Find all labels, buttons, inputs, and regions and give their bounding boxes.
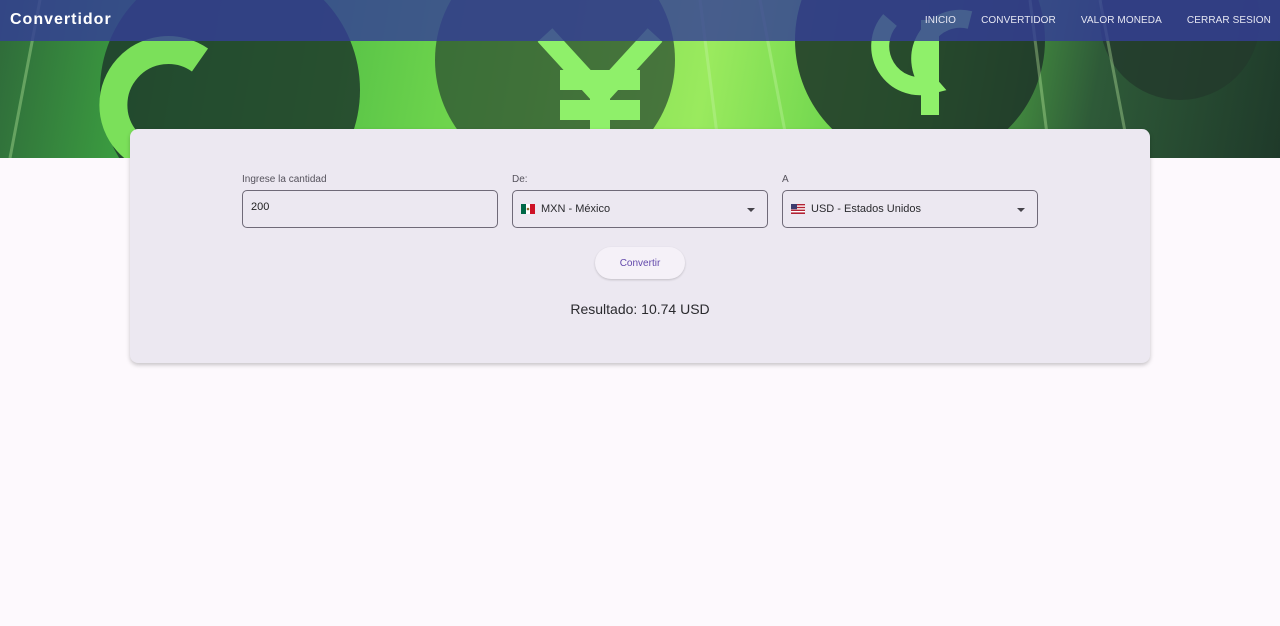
mexico-flag-icon xyxy=(521,204,535,214)
usa-flag-icon xyxy=(791,204,805,214)
app-title: Convertidor xyxy=(10,11,112,28)
convert-button[interactable]: Convertir xyxy=(595,247,685,279)
amount-box xyxy=(242,190,498,228)
main-nav: INICIO CONVERTIDOR VALOR MONEDA CERRAR S… xyxy=(925,15,1271,26)
to-currency-label: A xyxy=(782,174,789,185)
to-currency-select[interactable]: USD - Estados Unidos xyxy=(782,190,1038,228)
nav-item-valor-moneda[interactable]: VALOR MONEDA xyxy=(1081,15,1162,26)
to-currency-value: USD - Estados Unidos xyxy=(811,203,922,215)
amount-label: Ingrese la cantidad xyxy=(242,174,327,185)
nav-item-convertidor[interactable]: CONVERTIDOR xyxy=(981,15,1056,26)
nav-item-cerrar-sesion[interactable]: CERRAR SESION xyxy=(1187,15,1271,26)
from-currency-field: De: MXN - México xyxy=(512,174,768,228)
converter-card: Ingrese la cantidad De: MXN - México A xyxy=(130,129,1150,363)
from-currency-label: De: xyxy=(512,174,528,185)
to-currency-field: A USD - Estados Unidos xyxy=(782,174,1038,228)
amount-field: Ingrese la cantidad xyxy=(242,174,498,228)
amount-input[interactable] xyxy=(251,201,481,213)
top-app-bar: Convertidor INICIO CONVERTIDOR VALOR MON… xyxy=(0,0,1280,41)
conversion-result: Resultado: 10.74 USD xyxy=(570,301,710,317)
from-currency-value: MXN - México xyxy=(541,203,611,215)
nav-item-inicio[interactable]: INICIO xyxy=(925,15,956,26)
chevron-down-icon xyxy=(747,208,755,212)
chevron-down-icon xyxy=(1017,208,1025,212)
from-currency-select[interactable]: MXN - México xyxy=(512,190,768,228)
